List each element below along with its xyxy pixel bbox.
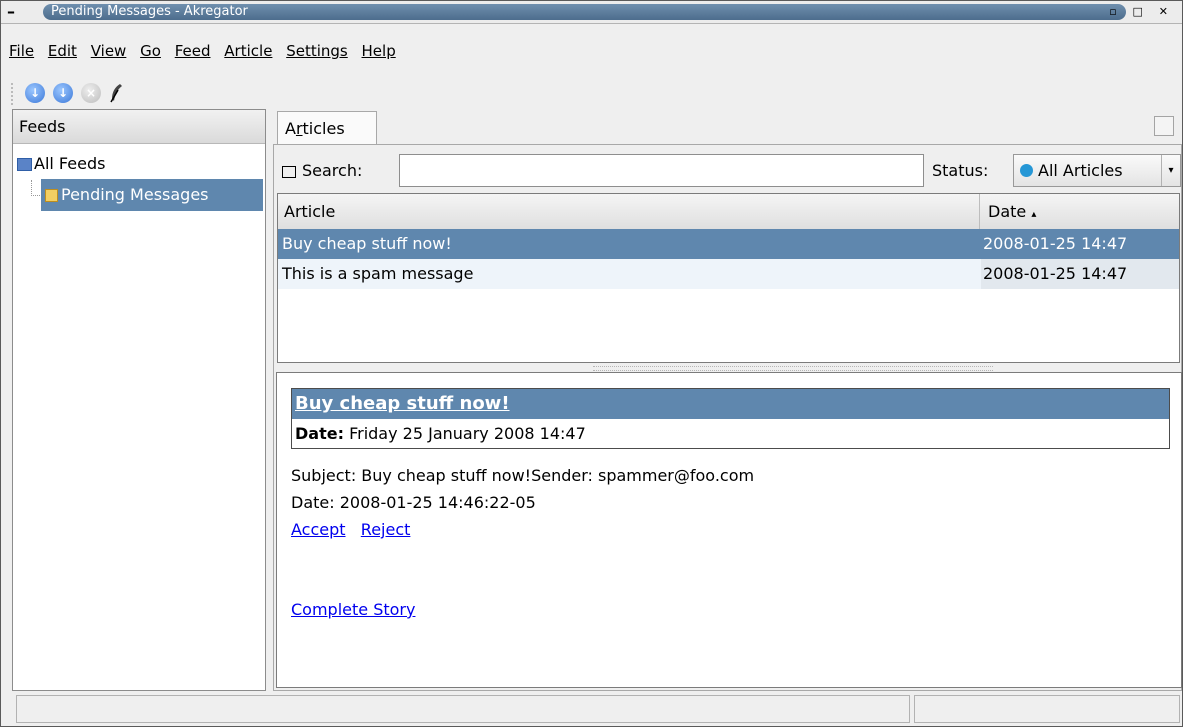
table-row[interactable]: This is a spam message 2008-01-25 14:47 <box>278 259 1179 289</box>
application-window: – Pending Messages - Akregator ▫ □ ✕ Fil… <box>0 0 1183 727</box>
feeds-panel: Feeds All Feeds Pending Messages <box>12 109 266 691</box>
fetch-feed-icon[interactable]: ↓ <box>25 83 45 103</box>
article-title: This is a spam message <box>282 264 474 283</box>
tree-item-all-feeds[interactable]: All Feeds <box>17 148 105 180</box>
folder-icon <box>17 158 32 171</box>
table-row[interactable]: Buy cheap stuff now! 2008-01-25 14:47 <box>278 229 1179 259</box>
window-menu-button[interactable]: – <box>7 1 15 23</box>
preview-actions: Accept Reject <box>291 516 410 543</box>
tree-item-label: Pending Messages <box>61 185 209 204</box>
preview-title-link[interactable]: Buy cheap stuff now! <box>295 393 510 414</box>
search-input[interactable] <box>399 154 924 187</box>
menu-bar: File Edit View Go Feed Article Settings … <box>9 42 405 64</box>
menu-file[interactable]: File <box>9 42 34 60</box>
date-column-header[interactable]: Date ▴ <box>988 194 1036 232</box>
fetch-all-feeds-icon[interactable]: ↓ <box>53 83 73 103</box>
articles-list-header: Article Date ▴ <box>278 194 1179 230</box>
preview-title: Buy cheap stuff now! <box>292 389 1169 419</box>
feed-icon <box>45 189 58 202</box>
tree-connector <box>31 180 40 196</box>
close-button[interactable]: ✕ <box>1159 5 1174 18</box>
window-controls: ▫ □ ✕ <box>1109 1 1174 23</box>
preview-header-box: Buy cheap stuff now! Date: Friday 25 Jan… <box>291 388 1170 449</box>
menu-edit[interactable]: Edit <box>48 42 77 60</box>
title-bar: – Pending Messages - Akregator ▫ □ ✕ <box>1 1 1182 24</box>
preview-body-line: Subject: Buy cheap stuff now!Sender: spa… <box>291 466 755 485</box>
tab-corner-icon[interactable] <box>1154 116 1174 136</box>
article-date: 2008-01-25 14:47 <box>983 234 1128 253</box>
minimize-button[interactable]: ▫ <box>1109 5 1122 18</box>
search-label: Search: <box>282 156 362 186</box>
menu-go[interactable]: Go <box>140 42 161 60</box>
splitter-handle[interactable] <box>593 366 993 371</box>
tree-item-label: All Feeds <box>34 154 106 173</box>
accept-link[interactable]: Accept <box>291 520 346 539</box>
status-label: Status: <box>932 161 989 180</box>
stop-icon[interactable]: × <box>81 83 101 103</box>
toolbar-grip[interactable] <box>11 83 17 105</box>
maximize-button[interactable]: □ <box>1133 5 1149 18</box>
status-icon <box>1020 164 1033 177</box>
article-date: 2008-01-25 14:47 <box>981 259 1179 289</box>
status-filter-select[interactable]: All Articles ▾ <box>1013 154 1181 187</box>
menu-feed[interactable]: Feed <box>175 42 211 60</box>
feather-icon[interactable] <box>109 83 123 103</box>
search-clear-icon[interactable] <box>282 165 296 178</box>
tab-articles[interactable]: Articles <box>277 111 377 145</box>
tree-item-pending-messages[interactable]: Pending Messages <box>41 179 263 211</box>
status-bar-right <box>914 695 1180 723</box>
menu-view[interactable]: View <box>91 42 127 60</box>
window-title: Pending Messages - Akregator <box>43 4 1126 20</box>
articles-list: Article Date ▴ Buy cheap stuff now! 2008… <box>277 193 1180 363</box>
status-value: All Articles <box>1038 161 1123 180</box>
preview-date: Date: Friday 25 January 2008 14:47 <box>295 424 586 443</box>
menu-settings[interactable]: Settings <box>286 42 348 60</box>
preview-body: Subject: Buy cheap stuff now!Sender: spa… <box>291 462 754 516</box>
feeds-header[interactable]: Feeds <box>13 110 265 144</box>
complete-story-link[interactable]: Complete Story <box>291 600 415 619</box>
column-separator[interactable] <box>979 194 980 229</box>
menu-help[interactable]: Help <box>362 42 396 60</box>
article-preview: Buy cheap stuff now! Date: Friday 25 Jan… <box>276 372 1182 688</box>
complete-story-link-container: Complete Story <box>291 596 415 623</box>
menu-article[interactable]: Article <box>224 42 272 60</box>
chevron-down-icon[interactable]: ▾ <box>1161 155 1180 186</box>
status-bar-left <box>16 695 910 723</box>
article-column-header[interactable]: Article <box>284 194 335 229</box>
article-title: Buy cheap stuff now! <box>282 234 452 253</box>
preview-body-line: Date: 2008-01-25 14:46:22-05 <box>291 493 536 512</box>
reject-link[interactable]: Reject <box>361 520 411 539</box>
